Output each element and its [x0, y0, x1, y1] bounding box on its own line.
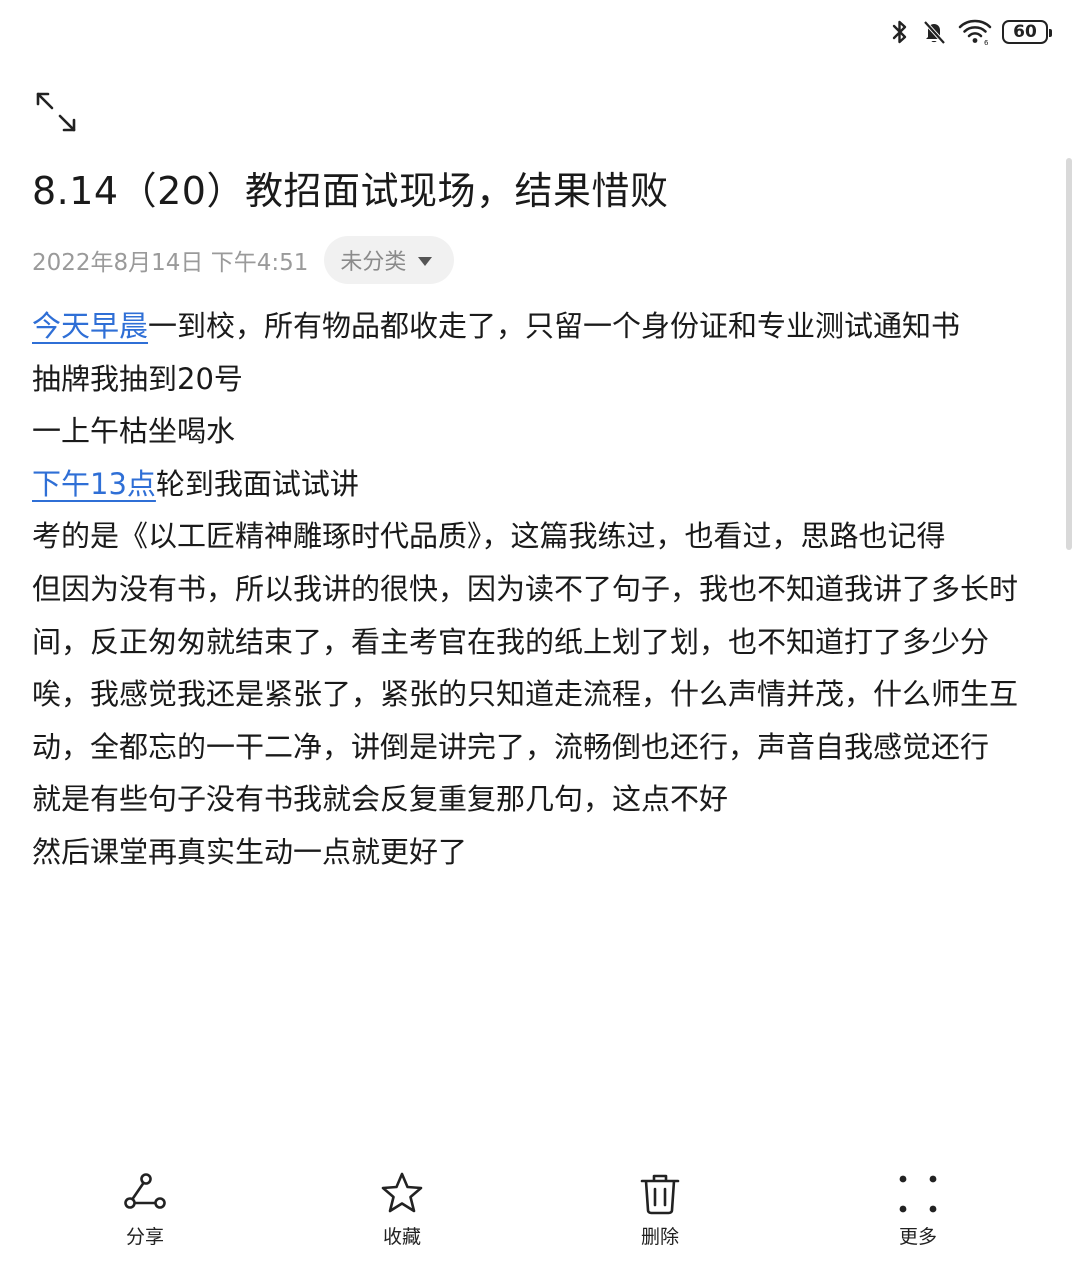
note-paragraph: 今天早晨一到校，所有物品都收走了，只留一个身份证和专业测试通知书: [32, 309, 961, 343]
note-paragraph: 考的是《以工匠精神雕琢时代品质》，这篇我练过，也看过，思路也记得: [32, 519, 946, 554]
note-paragraph: 唉，我感觉我还是紧张了，紧张的只知道走流程，什么声情并茂，什么师生互动，全都忘的…: [32, 677, 1019, 764]
battery-indicator: 60: [1002, 20, 1052, 44]
note-body[interactable]: 今天早晨一到校，所有物品都收走了，只留一个身份证和专业测试通知书 抽牌我抽到20…: [32, 300, 1032, 879]
note-paragraph: 抽牌我抽到20号: [32, 361, 243, 396]
bluetooth-icon: [890, 18, 910, 46]
wifi-icon: 6: [958, 18, 992, 46]
share-icon: [121, 1170, 169, 1218]
caret-down-icon: [418, 256, 433, 266]
svg-text:6: 6: [984, 39, 989, 46]
note-meta: 2022年8月14日 下午4:51 未分类: [32, 236, 455, 284]
note-title[interactable]: 8.14（20）教招面试现场，结果惜败: [32, 160, 668, 215]
share-button[interactable]: 分享: [85, 1160, 205, 1249]
share-label: 分享: [125, 1226, 164, 1248]
category-label: 未分类: [340, 250, 407, 275]
time-link[interactable]: 今天早晨: [32, 309, 148, 343]
expand-icon[interactable]: [32, 88, 80, 136]
note-paragraph: 一上午枯坐喝水: [32, 414, 236, 449]
note-paragraph: 但因为没有书，所以我讲的很快，因为读不了句子，我也不知道我讲了多长时间，反正匆匆…: [32, 571, 1019, 659]
more-icon: [894, 1170, 942, 1218]
note-detail-screen: 6 60 8.14（20）教招面试现场，结果惜败 2022年8月14日 下午4:…: [0, 0, 1080, 1261]
delete-label: 删除: [640, 1226, 679, 1248]
star-icon: [378, 1170, 426, 1218]
note-paragraph: 就是有些句子没有书我就会反复重复那几句，这点不好: [32, 782, 729, 817]
note-paragraph: 然后课堂再真实生动一点就更好了: [32, 834, 468, 869]
bottom-toolbar: 分享 收藏 删除 更多: [0, 1160, 1080, 1260]
delete-button[interactable]: 删除: [600, 1160, 720, 1249]
favorite-button[interactable]: 收藏: [342, 1160, 462, 1249]
more-label: 更多: [898, 1226, 937, 1248]
favorite-label: 收藏: [382, 1226, 421, 1248]
category-dropdown[interactable]: 未分类: [324, 236, 455, 284]
status-bar: 6 60: [890, 16, 1052, 48]
trash-icon: [636, 1170, 684, 1218]
note-paragraph: 下午13点轮到我面试试讲: [32, 466, 359, 501]
more-button[interactable]: 更多: [858, 1160, 978, 1249]
note-date: 2022年8月14日 下午4:51: [32, 250, 309, 276]
time-link[interactable]: 下午13点: [32, 467, 156, 501]
scrollbar[interactable]: [1066, 158, 1072, 550]
mute-bell-icon: [920, 18, 948, 46]
